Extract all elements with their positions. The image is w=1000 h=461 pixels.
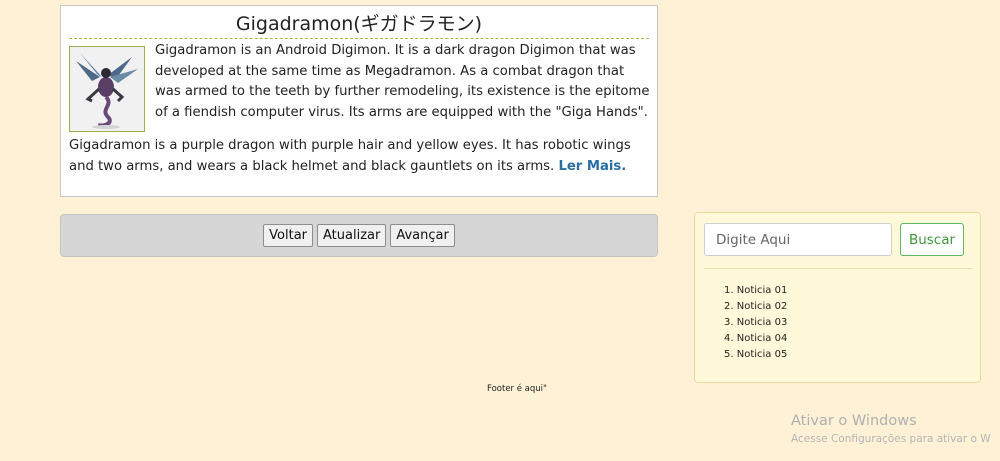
news-item-label: Noticia 01 [736,285,788,296]
news-item-label: Noticia 02 [736,301,788,312]
article-title: Gigadramon(ギガドラモン) [69,12,649,39]
refresh-button[interactable]: Atualizar [317,224,387,247]
news-item[interactable]: 1. Noticia 01 [724,283,787,299]
footer-text: Footer é aqui" [487,384,547,394]
news-item[interactable]: 2. Noticia 02 [724,299,787,315]
search-input[interactable] [704,223,892,256]
article-card: Gigadramon(ギガドラモン) Gigadramon is an Andr… [60,5,658,197]
article-description-text: Gigadramon is a purple dragon with purpl… [69,138,631,174]
news-list: 1. Noticia 01 2. Noticia 02 3. Noticia 0… [724,283,787,363]
news-item[interactable]: 4. Noticia 04 [724,331,787,347]
windows-activation-title: Ativar o Windows [791,413,917,429]
news-item[interactable]: 3. Noticia 03 [724,315,787,331]
search-button[interactable]: Buscar [900,223,964,256]
next-button[interactable]: Avançar [390,224,455,247]
back-button[interactable]: Voltar [263,224,314,247]
read-more-link[interactable]: Ler Mais. [558,159,626,174]
windows-activation-subtitle: Acesse Configurações para ativar o W [791,433,991,445]
navigation-bar: Voltar Atualizar Avançar [60,214,658,257]
dragon-illustration-icon [76,53,138,129]
sidebar-divider [704,268,972,269]
news-item-label: Noticia 04 [736,333,788,344]
sidebar-panel: Buscar 1. Noticia 01 2. Noticia 02 3. No… [694,212,981,383]
news-item-label: Noticia 05 [736,349,788,360]
article-description: Gigadramon is a purple dragon with purpl… [69,136,655,177]
news-item[interactable]: 5. Noticia 05 [724,347,787,363]
news-item-label: Noticia 03 [736,317,788,328]
article-intro: Gigadramon is an Android Digimon. It is … [155,43,650,120]
digimon-image [69,46,145,132]
